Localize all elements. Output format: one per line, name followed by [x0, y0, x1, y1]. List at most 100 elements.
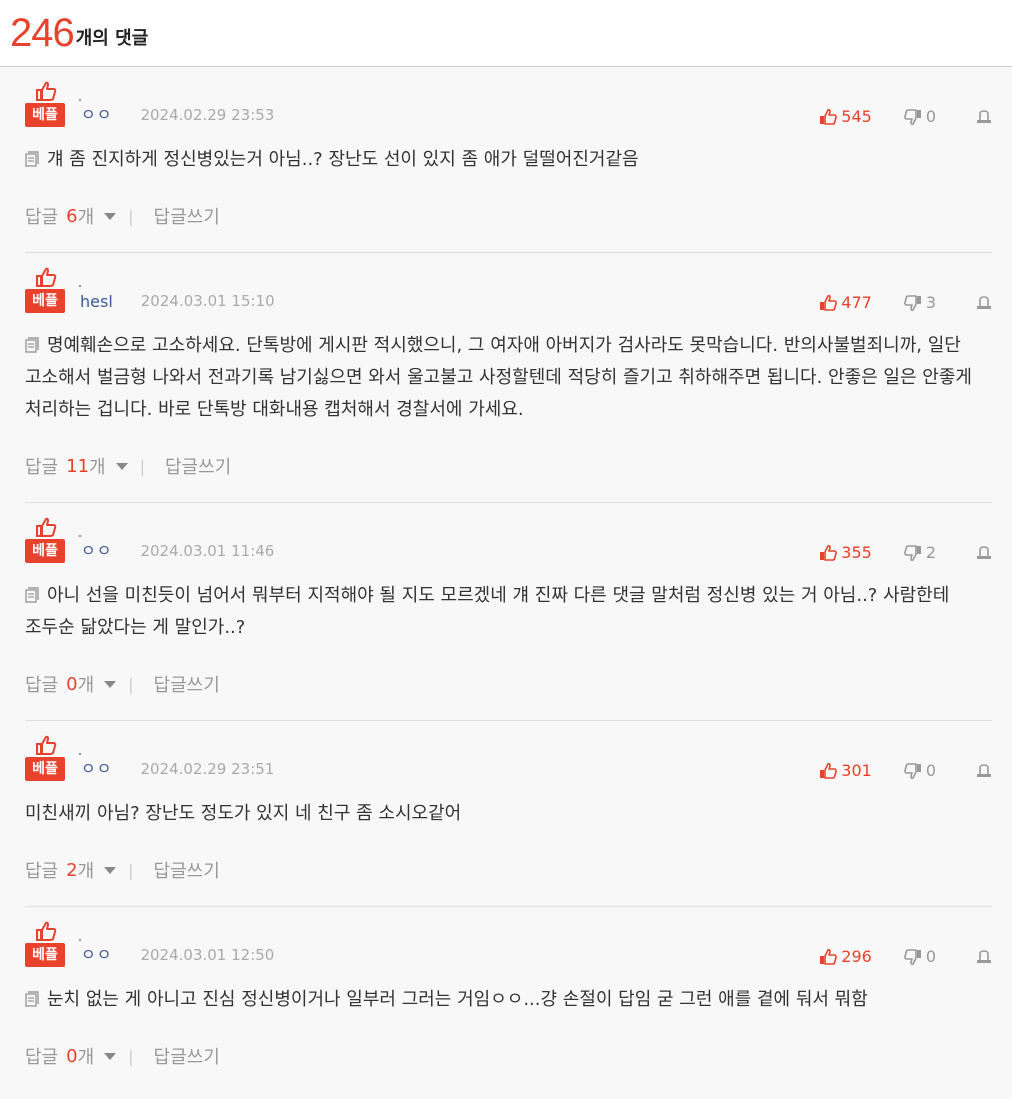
thumbs-up-icon [820, 948, 838, 965]
comment-date: 2024.02.29 23:51 [140, 760, 275, 778]
author-nickname[interactable]: hesl [80, 292, 113, 311]
best-badge: 베플 [25, 735, 81, 781]
reply-count: 6 [66, 205, 78, 227]
chevron-down-icon [115, 462, 128, 470]
upvote-count: 301 [841, 761, 872, 780]
divider: | [139, 456, 145, 476]
comment-text: 명예훼손으로 고소하세요. 단톡방에 게시판 적시했으니, 그 여자애 아버지가… [25, 330, 992, 426]
reply-toggle[interactable]: 답글 0개 [25, 671, 117, 697]
reply-count: 2 [66, 859, 78, 881]
upvote-count: 355 [841, 543, 872, 562]
best-label: 베플 [25, 103, 65, 127]
chevron-down-icon [104, 212, 117, 220]
downvote-button[interactable]: 3 [903, 293, 936, 312]
divider: | [128, 860, 134, 880]
write-reply-button[interactable]: 답글쓰기 [154, 857, 220, 883]
reply-toggle[interactable]: 답글 11 개 [25, 453, 128, 479]
write-reply-button[interactable]: 답글쓰기 [154, 671, 220, 697]
vote-group: 296 0 [819, 947, 992, 966]
upvote-button[interactable]: 477 [819, 293, 872, 312]
downvote-button[interactable]: 2 [903, 543, 936, 562]
report-button[interactable] [976, 763, 992, 778]
reply-unit: 개 [77, 675, 95, 696]
comment-item: 베플 ㅇㅇ 2024.03.01 12:50 296 0 눈치 없는 게 아니고… [25, 907, 992, 1074]
reply-toggle[interactable]: 답글 0개 [25, 1043, 117, 1069]
vote-group: 545 0 [819, 107, 992, 126]
reply-toggle[interactable]: 답글 2개 [25, 857, 117, 883]
comment-body: 눈치 없는 게 아니고 진심 정신병이거나 일부러 그러는 거임ㅇㅇ...걍 손… [47, 989, 868, 1010]
comment-footer: 답글 0개 | 답글쓰기 [25, 1038, 992, 1074]
reply-count: 0 [66, 1045, 78, 1067]
reply-label: 답글 [25, 457, 59, 478]
comment-body: 미친새끼 아님? 장난도 정도가 있지 네 친구 좀 소시오같어 [25, 803, 462, 824]
author-nickname[interactable]: ㅇㅇ [81, 941, 112, 965]
comment-text: 아니 선을 미친듯이 넘어서 뭐부터 지적해야 될 지도 모르겠네 걔 진짜 다… [25, 580, 992, 644]
reply-unit: 개 [77, 207, 95, 228]
author-nickname[interactable]: ㅇㅇ [81, 101, 112, 125]
comment-footer: 답글 0개 | 답글쓰기 [25, 666, 992, 702]
comment-date: 2024.02.29 23:53 [140, 106, 275, 124]
report-button[interactable] [976, 109, 992, 124]
write-reply-button[interactable]: 답글쓰기 [154, 203, 220, 229]
report-icon [977, 109, 991, 123]
downvote-button[interactable]: 0 [903, 947, 936, 966]
divider: | [128, 674, 134, 694]
reply-toggle[interactable]: 답글 6개 [25, 203, 117, 229]
report-button[interactable] [976, 295, 992, 310]
thumbs-down-icon [903, 544, 921, 561]
downvote-button[interactable]: 0 [903, 761, 936, 780]
thumbs-down-icon [903, 948, 921, 965]
report-icon [977, 763, 991, 777]
comment-meta: 베플 ㅇㅇ 2024.03.01 11:46 355 2 [25, 517, 992, 563]
vote-group: 477 3 [819, 293, 992, 312]
reply-unit: 개 [77, 1047, 95, 1068]
reply-label: 답글 [25, 1047, 59, 1068]
best-badge: 베플 [25, 921, 81, 967]
downvote-count: 3 [925, 293, 936, 312]
comment-item: 베플 ㅇㅇ 2024.02.29 23:53 545 0 걔 좀 진지하게 정신… [25, 67, 992, 253]
best-badge: 베플 [25, 517, 81, 563]
comment-item: 베플 ㅇㅇ 2024.02.29 23:51 301 0 미친새끼 아님? 장난… [25, 721, 992, 907]
thumbs-down-icon [903, 762, 921, 779]
upvote-button[interactable]: 545 [819, 107, 872, 126]
divider: | [128, 1046, 134, 1066]
comment-date: 2024.03.01 11:46 [140, 542, 275, 560]
comment-footer: 답글 6개 | 답글쓰기 [25, 198, 992, 234]
badge-dot [79, 939, 81, 941]
upvote-button[interactable]: 301 [819, 761, 872, 780]
downvote-button[interactable]: 0 [903, 107, 936, 126]
downvote-count: 2 [925, 543, 936, 562]
comment-count-suffix: 개의 댓글 [75, 28, 149, 49]
author-nickname[interactable]: ㅇㅇ [81, 755, 112, 779]
downvote-count: 0 [925, 947, 936, 966]
divider: | [128, 206, 134, 226]
best-badge: 베플 [25, 267, 81, 313]
document-icon [25, 991, 39, 1007]
report-button[interactable] [976, 545, 992, 560]
comment-list: 베플 ㅇㅇ 2024.02.29 23:53 545 0 걔 좀 진지하게 정신… [0, 67, 1012, 1074]
thumbs-up-icon [36, 921, 57, 941]
vote-group: 301 0 [819, 761, 992, 780]
upvote-count: 545 [841, 107, 872, 126]
reply-count: 0 [66, 673, 78, 695]
write-reply-button[interactable]: 답글쓰기 [165, 453, 231, 479]
report-button[interactable] [976, 949, 992, 964]
downvote-count: 0 [925, 107, 936, 126]
upvote-button[interactable]: 296 [819, 947, 872, 966]
write-reply-button[interactable]: 답글쓰기 [154, 1043, 220, 1069]
thumbs-up-icon [820, 294, 838, 311]
report-icon [977, 949, 991, 963]
thumbs-down-icon [903, 108, 921, 125]
report-icon [977, 545, 991, 559]
badge-dot [79, 535, 81, 537]
document-icon [25, 151, 39, 167]
upvote-button[interactable]: 355 [819, 543, 872, 562]
document-icon [25, 337, 39, 353]
author-nickname[interactable]: ㅇㅇ [81, 537, 112, 561]
comment-meta: 베플 hesl 2024.03.01 15:10 477 3 [25, 267, 992, 313]
comment-date: 2024.03.01 15:10 [140, 292, 275, 310]
comment-meta: 베플 ㅇㅇ 2024.02.29 23:51 301 0 [25, 735, 992, 781]
best-label: 베플 [25, 943, 65, 967]
badge-dot [79, 285, 81, 287]
comment-text: 눈치 없는 게 아니고 진심 정신병이거나 일부러 그러는 거임ㅇㅇ...걍 손… [25, 984, 992, 1016]
